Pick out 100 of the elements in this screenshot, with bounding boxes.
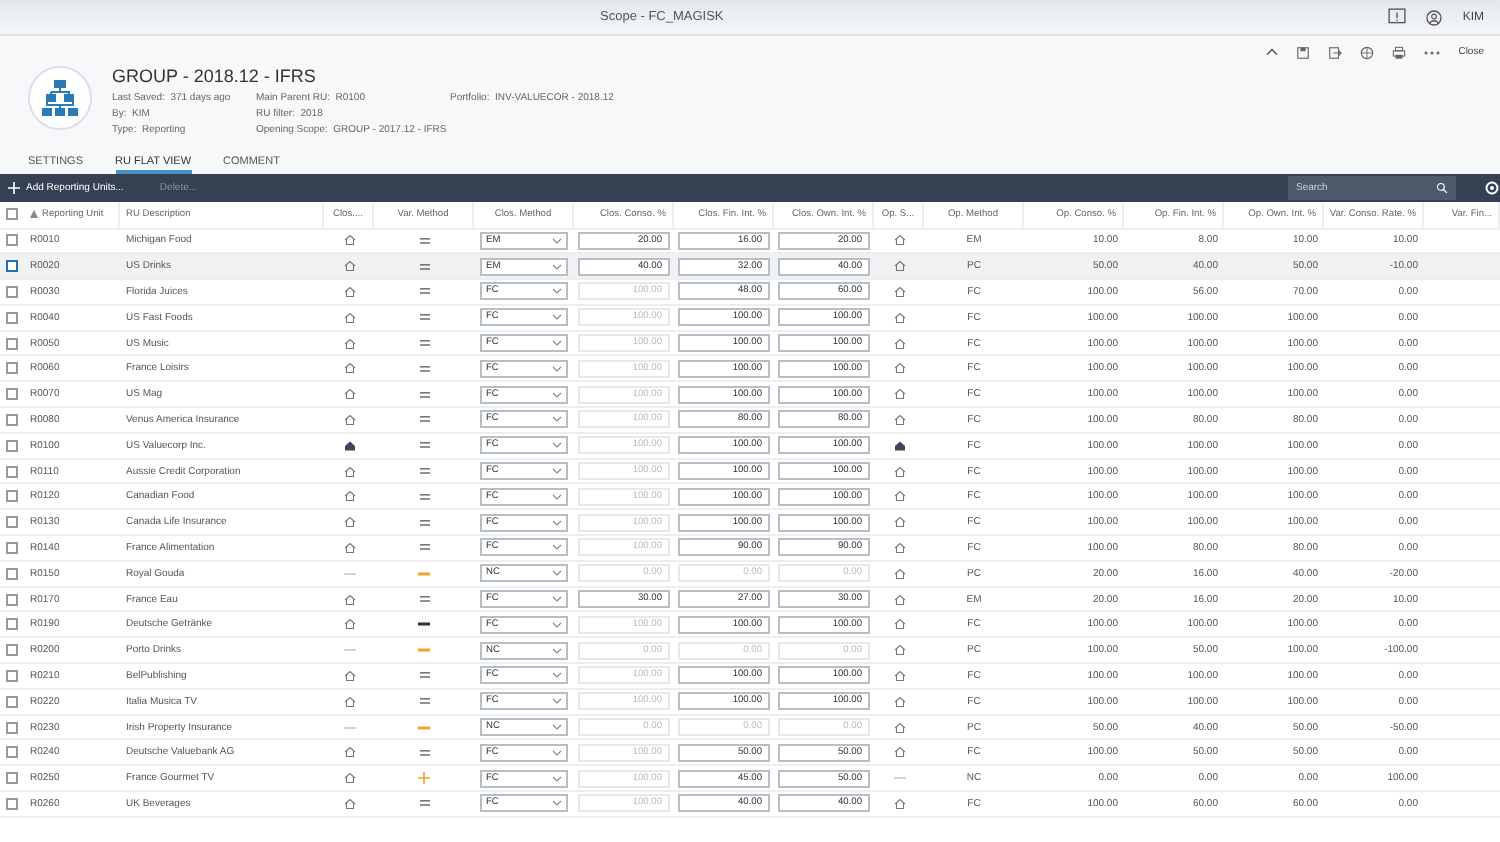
house-icon <box>893 618 905 631</box>
row-checkbox[interactable] <box>6 721 18 734</box>
row-checkbox[interactable] <box>6 311 18 324</box>
chevron-down-icon <box>552 672 562 679</box>
row-checkbox[interactable] <box>6 337 18 350</box>
sort-icon <box>30 210 38 219</box>
equal-icon <box>419 468 429 475</box>
dash-icon <box>343 571 355 576</box>
dash-icon <box>893 776 905 781</box>
equal-icon <box>419 672 429 679</box>
row-checkbox[interactable] <box>6 618 18 631</box>
house-icon <box>343 260 355 273</box>
row-checkbox[interactable] <box>6 797 18 810</box>
chevron-down-icon <box>552 493 562 500</box>
scope-title: GROUP - 2018.12 - IFRS <box>112 66 318 86</box>
chevron-down-icon <box>552 288 562 295</box>
house-icon <box>343 797 355 810</box>
house-icon <box>343 618 355 631</box>
house-icon <box>893 669 905 682</box>
plus-icon <box>418 772 430 785</box>
minus-icon <box>418 571 430 576</box>
equal-icon <box>419 493 429 500</box>
chevron-down-icon <box>552 621 562 628</box>
row-checkbox[interactable] <box>6 516 18 529</box>
chevron-down-icon <box>552 698 562 705</box>
house-icon <box>343 337 355 350</box>
chevron-down-icon <box>552 800 562 807</box>
equal-icon <box>419 749 429 756</box>
select-all-checkbox[interactable] <box>6 208 18 221</box>
equal-icon <box>419 314 429 321</box>
chevron-down-icon <box>552 340 562 347</box>
house-icon <box>893 260 905 273</box>
house-icon <box>893 465 905 478</box>
save-icon[interactable] <box>1296 45 1311 59</box>
minus-icon <box>418 648 430 653</box>
caret-up-icon[interactable] <box>1266 48 1279 56</box>
chevron-down-icon <box>552 442 562 449</box>
export-icon[interactable] <box>1328 45 1343 59</box>
equal-icon <box>419 263 429 270</box>
print-icon[interactable] <box>1392 45 1407 59</box>
minus-icon <box>418 622 430 627</box>
chevron-down-icon <box>552 365 562 372</box>
row-checkbox[interactable] <box>6 260 18 273</box>
chevron-down-icon <box>552 519 562 526</box>
house-icon <box>343 541 355 554</box>
house-icon <box>893 413 905 426</box>
plus-icon <box>8 182 20 194</box>
equal-icon <box>419 800 429 807</box>
row-checkbox[interactable] <box>6 567 18 580</box>
chevron-down-icon <box>552 647 562 654</box>
row-checkbox[interactable] <box>6 465 18 478</box>
chevron-down-icon <box>552 416 562 423</box>
equal-icon <box>419 391 429 398</box>
row-checkbox[interactable] <box>6 541 18 554</box>
house-icon <box>343 413 355 426</box>
row-checkbox[interactable] <box>6 644 18 657</box>
house-icon <box>343 593 355 606</box>
house-icon <box>343 439 355 452</box>
equal-icon <box>419 544 429 551</box>
row-checkbox[interactable] <box>6 388 18 401</box>
row-checkbox[interactable] <box>6 234 18 247</box>
more-icon[interactable] <box>1424 49 1441 55</box>
house-icon <box>893 490 905 503</box>
row-checkbox[interactable] <box>6 695 18 708</box>
house-icon <box>893 797 905 810</box>
row-checkbox[interactable] <box>6 285 18 298</box>
house-icon <box>893 234 905 247</box>
row-checkbox[interactable] <box>6 593 18 606</box>
row-checkbox[interactable] <box>6 772 18 785</box>
house-icon <box>893 439 905 452</box>
dash-icon <box>343 725 355 730</box>
globe-icon[interactable] <box>1360 45 1375 59</box>
chevron-down-icon <box>552 749 562 756</box>
search-icon <box>1436 182 1448 194</box>
chevron-down-icon <box>552 596 562 603</box>
row-checkbox[interactable] <box>6 413 18 426</box>
dash-icon <box>343 648 355 653</box>
equal-icon <box>419 288 429 295</box>
house-icon <box>343 746 355 759</box>
house-icon <box>893 311 905 324</box>
row-checkbox[interactable] <box>6 439 18 452</box>
chevron-down-icon <box>552 544 562 551</box>
equal-icon <box>419 442 429 449</box>
row-checkbox[interactable] <box>6 362 18 375</box>
chevron-down-icon <box>552 468 562 475</box>
equal-icon <box>419 340 429 347</box>
chevron-down-icon <box>552 237 562 244</box>
house-icon <box>893 337 905 350</box>
house-icon <box>893 593 905 606</box>
settings-icon[interactable] <box>1484 180 1500 196</box>
house-icon <box>343 695 355 708</box>
house-icon <box>343 490 355 503</box>
row-checkbox[interactable] <box>6 490 18 503</box>
house-icon <box>343 388 355 401</box>
house-icon <box>893 388 905 401</box>
notification-icon[interactable] <box>1388 8 1407 26</box>
house-icon <box>893 285 905 298</box>
row-checkbox[interactable] <box>6 746 18 759</box>
chevron-down-icon <box>552 775 562 782</box>
row-checkbox[interactable] <box>6 669 18 682</box>
